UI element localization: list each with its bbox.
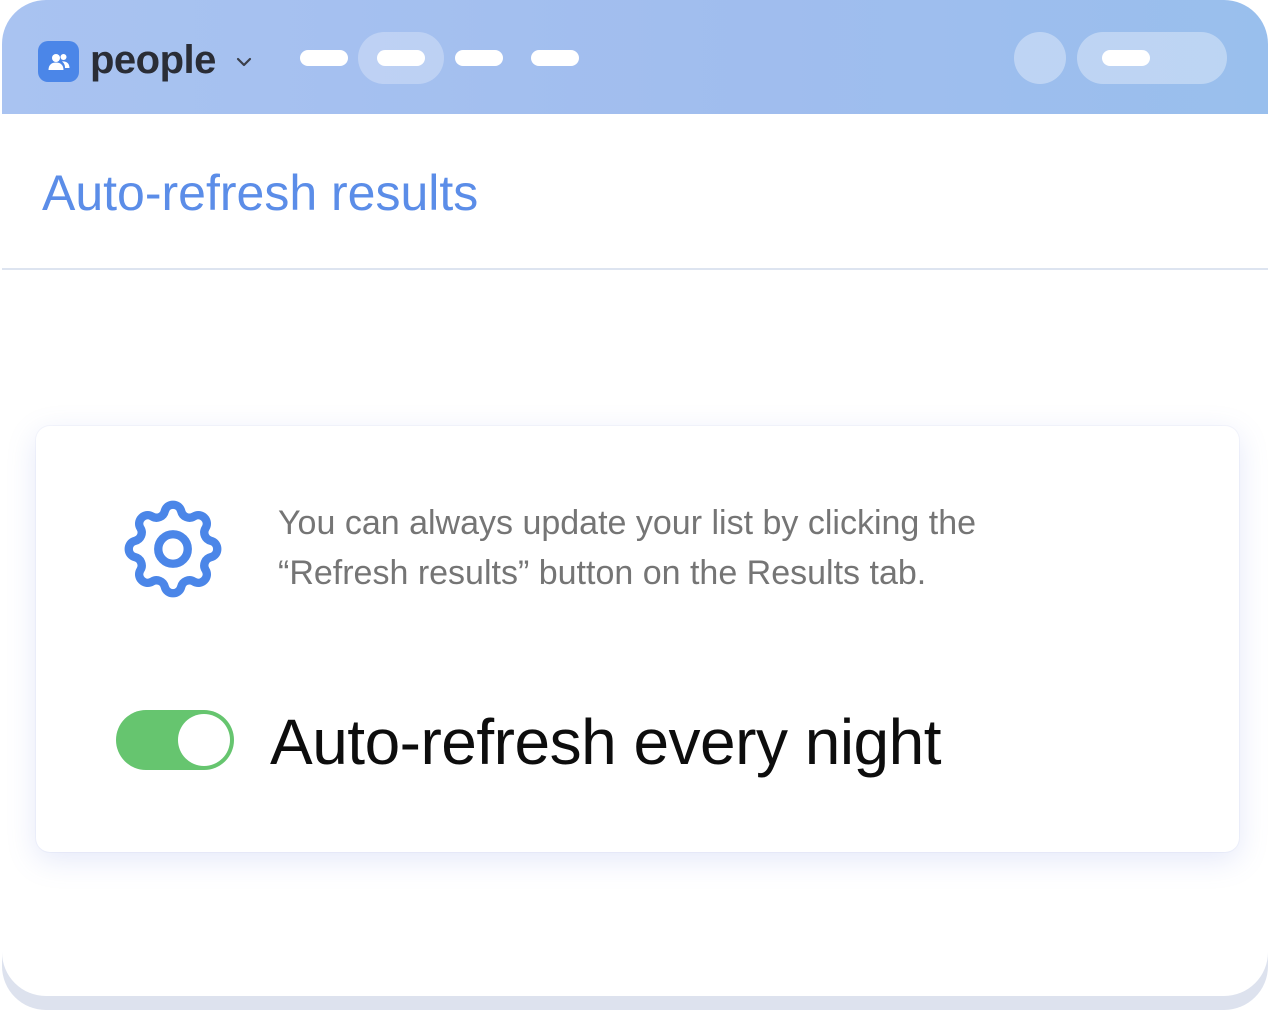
nav-tab-3[interactable] [455,50,503,66]
nav-tab-4[interactable] [531,50,579,66]
chevron-down-icon[interactable] [234,52,254,72]
nav-tab-2-label [377,50,425,66]
app-name[interactable]: people [90,36,216,84]
account-menu-button[interactable] [1077,32,1227,84]
settings-card: You can always update your list by click… [36,426,1239,852]
people-icon [48,53,69,70]
account-name-placeholder [1102,50,1150,66]
auto-refresh-toggle[interactable] [116,710,234,770]
nav-tab-2-active[interactable] [358,32,444,84]
header-divider [2,268,1268,270]
nav-tab-1[interactable] [300,50,348,66]
info-text: You can always update your list by click… [278,504,977,592]
app-logo[interactable] [38,41,79,82]
page-title: Auto-refresh results [42,165,479,221]
auto-refresh-toggle-label[interactable]: Auto-refresh every night [270,704,942,780]
top-navigation-bar: people [2,0,1268,114]
gear-icon [124,500,222,598]
avatar[interactable] [1014,32,1066,84]
toggle-knob [178,714,230,766]
app-window: people Auto-refresh results You can alwa… [2,0,1268,996]
